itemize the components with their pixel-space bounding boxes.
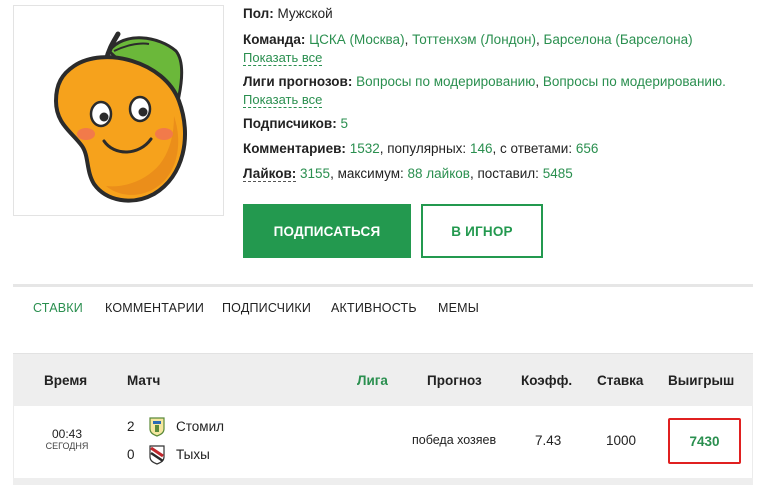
comments-label: Комментариев:: [243, 141, 346, 156]
bet-win-highlight: 7430: [668, 418, 741, 464]
table-row[interactable]: 00:43 СЕГОДНЯ 2 Стомил 0 Тыхы победа хоз…: [13, 406, 753, 478]
away-score: 0: [127, 447, 135, 462]
tab-activity[interactable]: АКТИВНОСТЬ: [331, 301, 417, 315]
bet-win: 7430: [689, 433, 720, 449]
home-team-link[interactable]: Стомил: [176, 419, 224, 434]
league-link-1[interactable]: Вопросы по модерированию: [356, 74, 535, 89]
leagues-label: Лиги прогнозов:: [243, 74, 353, 89]
team-link-barcelona[interactable]: Барселона (Барселона): [544, 32, 693, 47]
gender-value: Мужской: [277, 6, 333, 21]
subscribe-button[interactable]: ПОДПИСАТЬСЯ: [243, 204, 411, 258]
bet-coef: 7.43: [535, 433, 562, 448]
with-answers-label: , с ответами:: [492, 141, 573, 156]
header-match: Матч: [127, 373, 161, 388]
with-answers-count: 656: [575, 141, 599, 156]
profile-tabs: СТАВКИ КОММЕНТАРИИ ПОДПИСЧИКИ АКТИВНОСТЬ…: [13, 284, 753, 330]
team-link-tottenham[interactable]: Тоттенхэм (Лондон): [412, 32, 536, 47]
away-team-link[interactable]: Тыхы: [176, 447, 210, 462]
header-league[interactable]: Лига: [357, 373, 388, 388]
likes-label[interactable]: Лайков:: [243, 166, 297, 182]
team-link-cska[interactable]: ЦСКА (Москва): [309, 32, 404, 47]
teams-show-all-link[interactable]: Показать все: [243, 51, 323, 66]
profile-avatar: [13, 5, 224, 216]
league-link-2[interactable]: Вопросы по модерированию.: [543, 74, 726, 89]
header-time: Время: [44, 373, 88, 388]
team-row: Команда: ЦСКА (Москва), Тоттенхэм (Лондо…: [243, 32, 693, 47]
comments-count: 1532: [349, 141, 380, 156]
profile-info: Пол: Мужской Команда: ЦСКА (Москва), Тот…: [243, 6, 758, 184]
given-likes: 5485: [542, 166, 573, 181]
header-forecast: Прогноз: [427, 373, 482, 388]
max-label: , максимум:: [330, 166, 404, 181]
tychy-crest-icon: [149, 445, 165, 465]
tab-memes[interactable]: МЕМЫ: [438, 301, 479, 315]
header-coef: Коэфф.: [521, 373, 573, 388]
gender-label: Пол:: [243, 6, 274, 21]
subscribers-label: Подписчиков:: [243, 116, 337, 131]
header-stake: Ставка: [597, 373, 644, 388]
comments-row: Комментариев: 1532, популярных: 146, с о…: [243, 141, 758, 159]
leagues-row: Лиги прогнозов: Вопросы по модерированию…: [243, 74, 726, 89]
bets-table-header: Время Матч Лига Прогноз Коэфф. Ставка Вы…: [13, 353, 753, 406]
bet-forecast: победа хозяев: [412, 433, 497, 447]
ignore-button[interactable]: В ИГНОР: [421, 204, 543, 258]
bet-time: 00:43 СЕГОДНЯ: [14, 428, 120, 452]
header-win: Выигрыш: [668, 373, 735, 388]
team-label: Команда:: [243, 32, 306, 47]
likes-count: 3155: [300, 166, 331, 181]
bet-stake: 1000: [606, 433, 637, 448]
bet-date: СЕГОДНЯ: [45, 441, 89, 451]
popular-label: , популярных:: [379, 141, 467, 156]
subscribers-row: Подписчиков: 5: [243, 116, 758, 134]
bet-time-value: 00:43: [51, 427, 83, 441]
mango-avatar-icon: [53, 31, 187, 203]
table-bottom-band: [13, 478, 753, 485]
home-score: 2: [127, 419, 135, 434]
tab-subscribers[interactable]: ПОДПИСЧИКИ: [222, 301, 311, 315]
gender-row: Пол: Мужской: [243, 6, 758, 24]
tab-bets[interactable]: СТАВКИ: [33, 301, 83, 315]
max-likes: 88 лайков: [407, 166, 470, 181]
subscribers-count: 5: [340, 116, 348, 131]
given-label: , поставил:: [469, 166, 539, 181]
leagues-show-all-link[interactable]: Показать все: [243, 93, 323, 108]
stomil-crest-icon: [149, 417, 165, 437]
tab-comments[interactable]: КОММЕНТАРИИ: [105, 301, 204, 315]
popular-count: 146: [469, 141, 493, 156]
likes-row: Лайков: 3155, максимум: 88 лайков, поста…: [243, 166, 758, 184]
